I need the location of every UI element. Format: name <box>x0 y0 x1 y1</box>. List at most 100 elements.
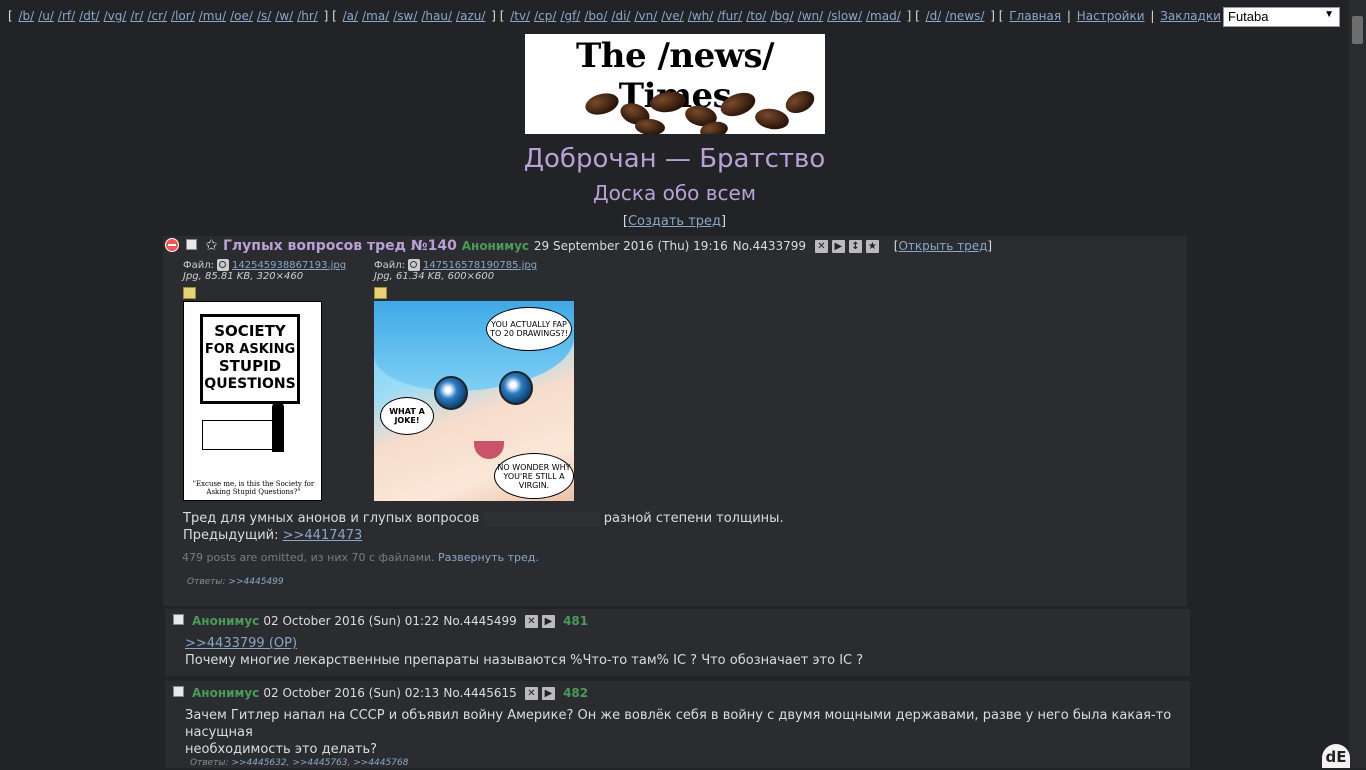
reply-body: Зачем Гитлер напал на СССР и объявил вой… <box>185 707 1190 758</box>
delete-icon[interactable]: ✕ <box>524 687 538 700</box>
reply-body: >>4433799 (OP) Почему многие лекарственн… <box>185 635 863 669</box>
board-link[interactable]: /vn/ <box>634 9 657 23</box>
file-link[interactable]: 142545938867193.jpg <box>232 260 346 271</box>
replies-label: Ответы: <box>187 577 226 587</box>
board-link[interactable]: /fur/ <box>717 9 742 23</box>
omitted-notice: 479 posts are omitted, из них 70 с файла… <box>182 551 539 564</box>
board-link[interactable]: /di/ <box>611 9 630 23</box>
board-link[interactable]: /slow/ <box>827 9 862 23</box>
reply-link[interactable]: >>4445763 <box>292 758 347 768</box>
board-link[interactable]: /wn/ <box>798 9 824 23</box>
coffee-bean-icon <box>634 117 666 134</box>
board-link[interactable]: /lor/ <box>171 9 195 23</box>
delete-icon[interactable]: ✕ <box>814 239 828 253</box>
board-link[interactable]: /rf/ <box>58 9 75 23</box>
board-link[interactable]: /mu/ <box>199 9 226 23</box>
board-link[interactable]: /gf/ <box>560 9 580 23</box>
open-thread-link[interactable]: Открыть тред <box>898 239 987 253</box>
style-select[interactable]: Futaba ▼ <box>1223 7 1340 27</box>
op-select-checkbox[interactable] <box>186 239 197 250</box>
reply-link[interactable]: >>4445768 <box>353 758 408 768</box>
board-link[interactable]: /azu/ <box>456 9 485 23</box>
reply-replies: Ответы: >>4445632, >>4445763, >>4445768 <box>190 758 409 768</box>
create-thread-link[interactable]: Создать тред <box>628 214 721 229</box>
quote-link[interactable]: >>4433799 (OP) <box>185 636 297 651</box>
separator: | <box>1063 9 1075 23</box>
op-image-thumbnail-2[interactable]: YOU ACTUALLY FAP TO 20 DRAWINGS?! WHAT A… <box>374 301 574 501</box>
expand-thread-link[interactable]: Развернуть тред. <box>438 551 539 564</box>
hide-thread-icon[interactable] <box>165 238 179 252</box>
speech-bubble: WHAT A JOKE! <box>380 397 434 435</box>
post-select-checkbox[interactable] <box>173 614 184 625</box>
spoiler[interactable] <box>483 511 600 526</box>
op-text-part: разной степени толщины. <box>603 511 784 526</box>
search-icon[interactable] <box>217 259 229 271</box>
board-link[interactable]: /u/ <box>38 9 54 23</box>
board-link[interactable]: /oe/ <box>230 9 253 23</box>
site-nav-link[interactable]: Закладки <box>1160 9 1221 23</box>
post-count: 481 <box>563 614 589 628</box>
reply-text: Почему многие лекарственные препараты на… <box>185 653 864 668</box>
board-link[interactable]: /cr/ <box>147 9 167 23</box>
site-nav-link[interactable]: Главная <box>1009 9 1061 23</box>
reply-link[interactable]: >>4445499 <box>228 577 283 587</box>
speech-bubble: NO WONDER WHY YOU'RE STILL A VIRGIN. <box>494 453 574 499</box>
play-icon[interactable]: ▶ <box>541 615 555 628</box>
board-link[interactable]: /wh/ <box>688 9 714 23</box>
post-count: 482 <box>563 686 589 700</box>
create-thread: [Создать тред] <box>622 214 727 229</box>
delete-icon[interactable]: ✕ <box>524 615 538 628</box>
post-number[interactable]: No.4445499 <box>443 614 516 628</box>
board-link[interactable]: /bo/ <box>584 9 607 23</box>
play-icon[interactable]: ▶ <box>541 687 555 700</box>
board-link[interactable]: /vg/ <box>104 9 127 23</box>
edit-icon[interactable] <box>183 287 196 299</box>
play-icon[interactable]: ▶ <box>831 239 845 253</box>
board-link[interactable]: /d/ <box>926 9 942 23</box>
op-image-thumbnail-1[interactable]: SOCIETY FOR ASKING STUPID QUESTIONS "Exc… <box>183 301 322 501</box>
post-date: 02 October 2016 (Sun) 01:22 <box>263 614 440 628</box>
edit-icon[interactable] <box>374 287 387 299</box>
board-link[interactable]: /dt/ <box>79 9 99 23</box>
board-link[interactable]: /ma/ <box>362 9 389 23</box>
board-link[interactable]: /ve/ <box>661 9 684 23</box>
prev-thread-link[interactable]: >>4417473 <box>283 528 363 543</box>
reply-header: Анонимус 02 October 2016 (Sun) 01:22 No.… <box>192 614 588 629</box>
board-link[interactable]: /mad/ <box>866 9 901 23</box>
board-link[interactable]: /news/ <box>945 9 984 23</box>
file-label: Файл: <box>374 260 405 271</box>
replies-label: Ответы: <box>190 758 229 768</box>
page-scrollbar[interactable] <box>1349 0 1366 768</box>
reply-post: Анонимус 02 October 2016 (Sun) 01:22 No.… <box>165 609 1190 676</box>
board-link[interactable]: /bg/ <box>770 9 793 23</box>
site-nav-link[interactable]: Настройки <box>1077 9 1145 23</box>
post-select-checkbox[interactable] <box>173 686 184 697</box>
board-link[interactable]: /s/ <box>257 9 271 23</box>
scrollbar-thumb[interactable] <box>1352 16 1363 44</box>
site-logo-icon[interactable]: dE <box>1322 744 1350 768</box>
board-link[interactable]: /b/ <box>19 9 35 23</box>
board-link[interactable]: /r/ <box>130 9 143 23</box>
cartoon-caption: "Excuse me, is this the Society for Aski… <box>192 480 315 496</box>
bookmark-star-icon[interactable]: ✩ <box>205 236 218 254</box>
search-icon[interactable] <box>408 259 420 271</box>
expand-icon[interactable]: ↕ <box>848 239 862 253</box>
board-link[interactable]: /w/ <box>275 9 293 23</box>
board-link[interactable]: /hr/ <box>297 9 318 23</box>
post-number[interactable]: No.4445615 <box>443 686 516 700</box>
file-label: Файл: <box>183 260 214 271</box>
board-link[interactable]: /hau/ <box>421 9 452 23</box>
reply-link[interactable]: >>4445632 <box>231 758 286 768</box>
person-drawing <box>272 402 284 452</box>
bracket: [ <box>911 9 924 23</box>
style-select-value: Futaba <box>1228 9 1269 24</box>
file-link[interactable]: 147516578190785.jpg <box>423 260 537 271</box>
board-link[interactable]: /a/ <box>343 9 358 23</box>
board-link[interactable]: /cp/ <box>534 9 556 23</box>
board-link[interactable]: /to/ <box>746 9 766 23</box>
board-link[interactable]: /sw/ <box>393 9 417 23</box>
board-link[interactable]: /tv/ <box>510 9 530 23</box>
post-number[interactable]: No.4433799 <box>733 239 806 253</box>
reply-text: необходимость это делать? <box>185 742 378 757</box>
star-icon[interactable]: ★ <box>865 239 879 253</box>
